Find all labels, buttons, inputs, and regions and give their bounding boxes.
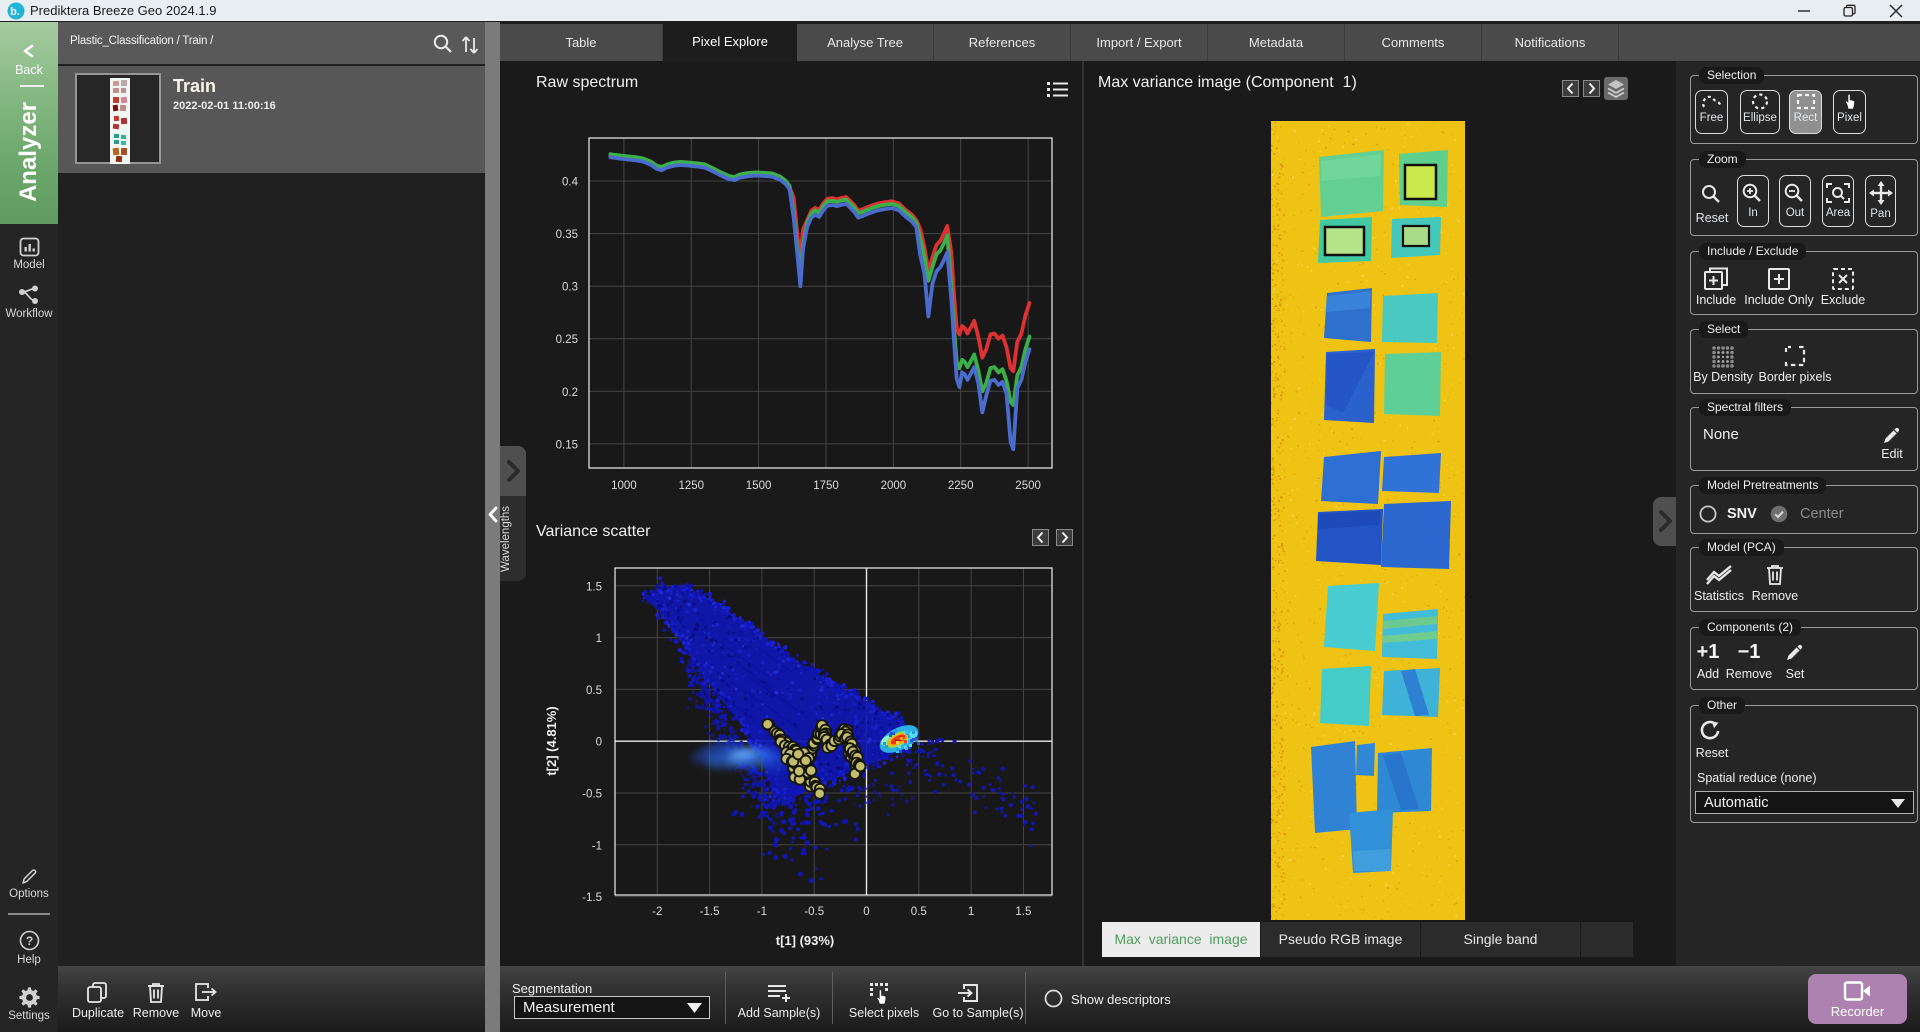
svg-text:-0.5: -0.5	[804, 906, 824, 918]
svg-text:0.3: 0.3	[562, 282, 578, 294]
svg-text:0: 0	[863, 906, 869, 918]
svg-text:?: ?	[26, 934, 33, 948]
svg-text:0.4: 0.4	[562, 177, 579, 189]
svg-text:1000: 1000	[611, 480, 637, 492]
svg-text:0: 0	[596, 737, 602, 749]
svg-text:-1.5: -1.5	[700, 906, 720, 918]
svg-text:-1: -1	[757, 906, 767, 918]
svg-text:1: 1	[968, 906, 974, 918]
svg-text:1: 1	[596, 633, 602, 645]
svg-text:2250: 2250	[948, 480, 974, 492]
svg-text:2500: 2500	[1015, 480, 1041, 492]
svg-text:-0.5: -0.5	[582, 789, 602, 801]
svg-text:1500: 1500	[746, 480, 772, 492]
svg-text:b.: b.	[10, 6, 20, 18]
svg-text:2000: 2000	[881, 480, 907, 492]
svg-text:1.5: 1.5	[586, 581, 602, 593]
svg-text:1.5: 1.5	[1015, 906, 1031, 918]
svg-text:0.2: 0.2	[562, 387, 578, 399]
svg-text:0.35: 0.35	[556, 229, 578, 241]
svg-text:t[2] (4.81%): t[2] (4.81%)	[544, 706, 559, 775]
svg-text:-1: -1	[592, 840, 602, 852]
svg-text:0.5: 0.5	[911, 906, 927, 918]
svg-text:t[1] (93%): t[1] (93%)	[776, 933, 835, 948]
svg-text:0.25: 0.25	[556, 334, 578, 346]
svg-text:0.5: 0.5	[586, 685, 602, 697]
svg-text:0.15: 0.15	[556, 439, 578, 451]
svg-text:1750: 1750	[813, 480, 839, 492]
svg-text:1250: 1250	[679, 480, 705, 492]
svg-text:-1.5: -1.5	[582, 892, 602, 904]
svg-text:-2: -2	[652, 906, 662, 918]
